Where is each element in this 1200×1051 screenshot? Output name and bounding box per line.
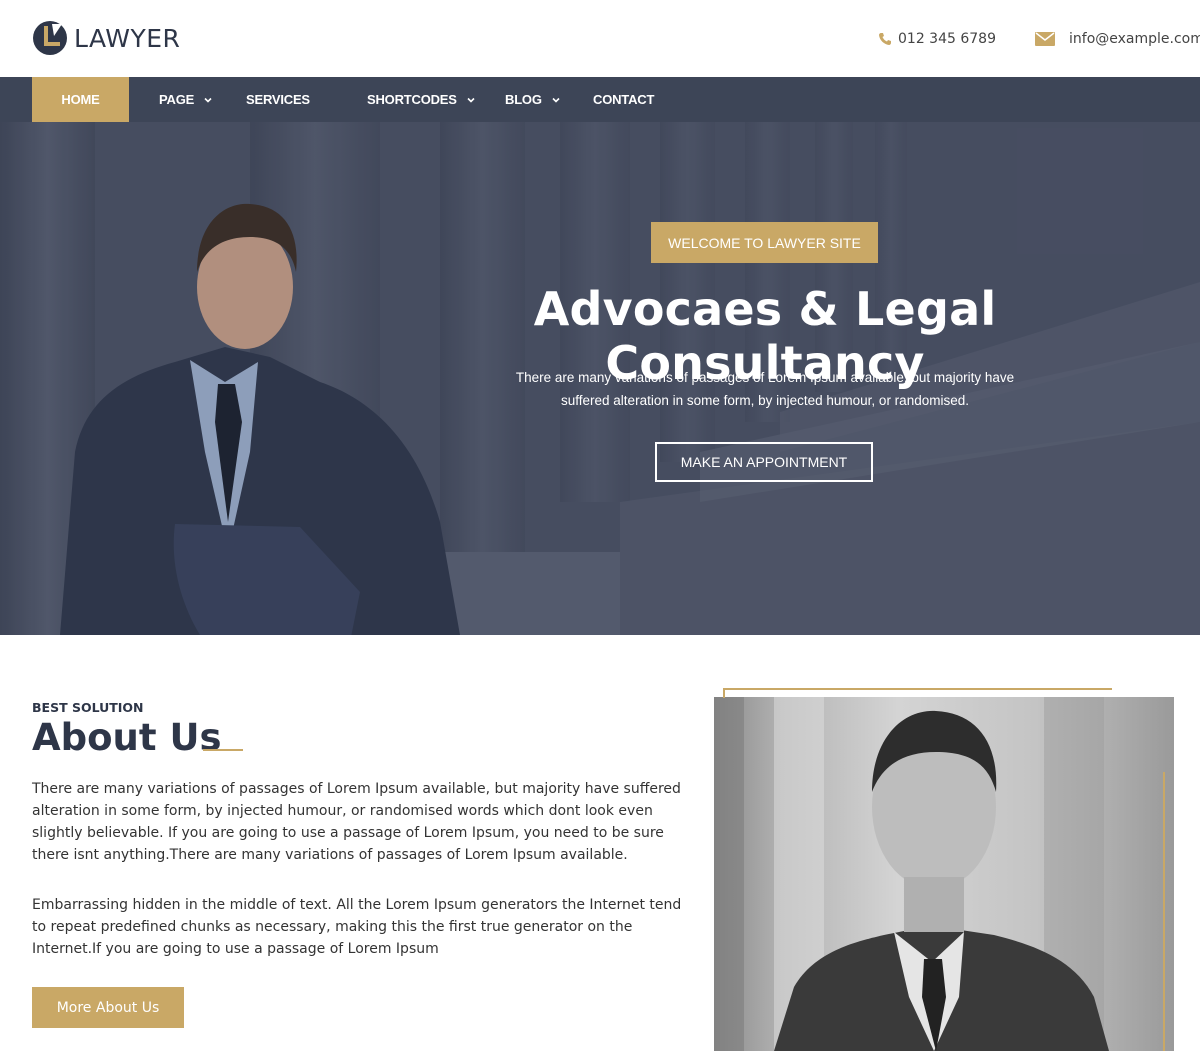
photo-frame-left [723,688,725,698]
nav-item-label: HOME [61,92,100,107]
nav-item-label: PAGE [159,92,195,107]
make-appointment-button[interactable]: MAKE AN APPOINTMENT [655,442,873,482]
nav-item-label: SHORTCODES [367,92,457,107]
more-about-us-button[interactable]: More About Us [32,987,184,1028]
phone-icon [879,33,891,45]
phone-number: 012 345 6789 [898,31,996,47]
about-paragraph-1: There are many variations of passages of… [32,781,681,863]
about-title: About Us [32,716,222,759]
welcome-badge: WELCOME TO LAWYER SITE [651,222,878,263]
photo-frame-top [723,688,1112,690]
nav-item-home[interactable]: HOME [32,77,129,122]
nav-item-label: SERVICES [246,92,310,107]
nav-item-shortcodes[interactable]: SHORTCODES [367,77,475,122]
main-nav: HOME PAGE SERVICES SHORTCODES BLOG CONTA… [0,77,1200,122]
email-address: info@example.com [1069,31,1200,47]
nav-item-label: CONTACT [593,92,655,107]
nav-item-services[interactable]: SERVICES [246,77,310,122]
header-phone[interactable]: 012 345 6789 [878,31,996,47]
about-photo [714,697,1174,1051]
header-email[interactable]: info@example.com [1035,31,1200,47]
chevron-down-icon [204,97,212,103]
about-title-underline [203,749,243,751]
nav-item-blog[interactable]: BLOG [505,77,560,122]
chevron-down-icon [552,97,560,103]
envelope-icon [1035,32,1055,46]
about-eyebrow: BEST SOLUTION [32,700,144,715]
chevron-down-icon [467,97,475,103]
nav-item-page[interactable]: PAGE [159,77,212,122]
photo-frame-right [1163,772,1165,1051]
site-header: LAWYER 012 345 6789 info@example.com [0,0,1200,77]
hero-description: There are many variations of passages of… [515,370,1015,408]
about-lawyer-portrait [714,697,1109,1051]
about-paragraph-2: Embarrassing hidden in the middle of tex… [32,897,682,957]
site-logo[interactable]: LAWYER [32,20,180,56]
logo-text: LAWYER [74,23,181,53]
nav-item-contact[interactable]: CONTACT [593,77,654,122]
logo-icon [33,21,67,55]
nav-item-label: BLOG [505,92,542,107]
hero-banner: WELCOME TO LAWYER SITE Advocaes & Legal … [0,122,1200,635]
